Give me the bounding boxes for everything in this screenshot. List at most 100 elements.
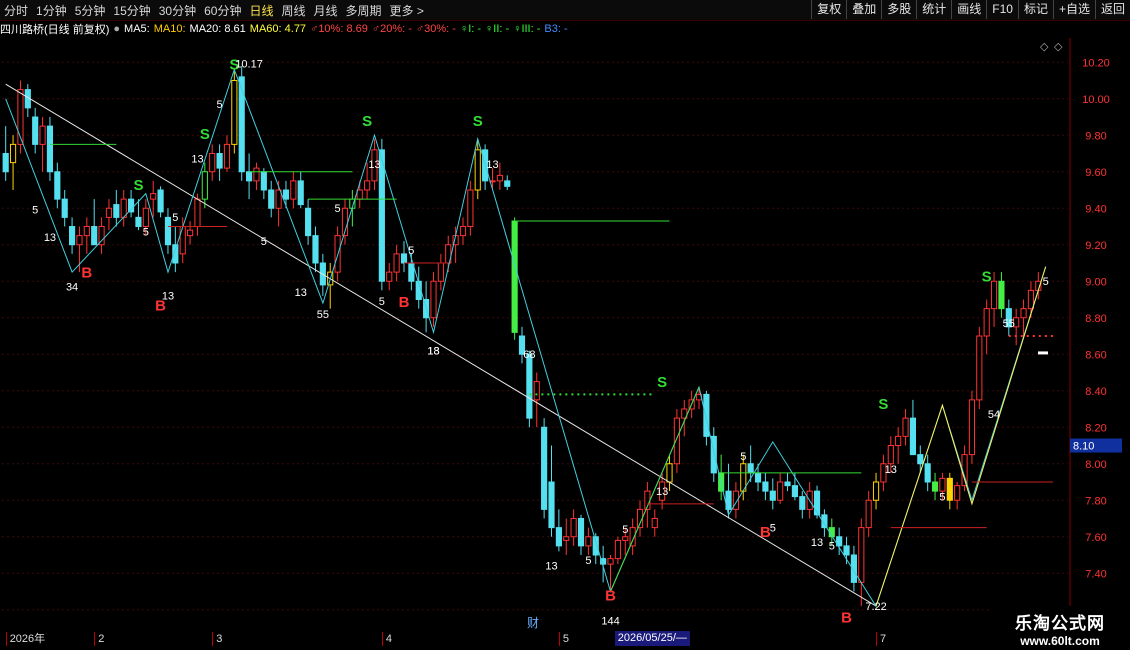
toolbar-button-0[interactable]: 复权 bbox=[811, 0, 846, 19]
candle-body-52[interactable] bbox=[386, 271, 393, 282]
candle-body-26[interactable] bbox=[194, 198, 201, 227]
period-tab-2[interactable]: 5分钟 bbox=[71, 2, 110, 19]
toolbar-button-1[interactable]: 叠加 bbox=[846, 0, 881, 19]
candle-body-114[interactable] bbox=[843, 545, 850, 556]
candle-body-74[interactable] bbox=[548, 481, 555, 529]
indicator-menu-icon[interactable]: ● bbox=[113, 23, 120, 35]
candle-body-25[interactable] bbox=[187, 229, 194, 237]
candle-body-91[interactable] bbox=[673, 417, 680, 465]
candle-body-33[interactable] bbox=[246, 171, 253, 182]
candle-body-88[interactable] bbox=[651, 518, 658, 529]
period-tab-9[interactable]: 多周期 bbox=[342, 2, 386, 19]
period-tab-8[interactable]: 月线 bbox=[310, 2, 342, 19]
candle-body-31[interactable] bbox=[231, 80, 238, 145]
candle-body-14[interactable] bbox=[105, 207, 113, 218]
candle-body-41[interactable] bbox=[305, 207, 312, 237]
period-tab-3[interactable]: 15分钟 bbox=[109, 2, 154, 19]
kline-chart[interactable]: 7.207.407.607.808.008.208.408.608.809.00… bbox=[0, 38, 1130, 630]
toolbar-button-3[interactable]: 统计 bbox=[916, 0, 951, 19]
candle-body-10[interactable] bbox=[76, 235, 83, 246]
candle-body-4[interactable] bbox=[32, 116, 39, 145]
candle-body-101[interactable] bbox=[747, 463, 754, 474]
candle-body-123[interactable] bbox=[909, 417, 917, 456]
period-tab-7[interactable]: 周线 bbox=[277, 2, 309, 19]
candle-body-134[interactable] bbox=[990, 280, 998, 310]
candle-body-19[interactable] bbox=[142, 207, 149, 227]
candle-body-82[interactable] bbox=[607, 558, 614, 565]
candle-body-90[interactable] bbox=[666, 463, 673, 483]
candle-body-77[interactable] bbox=[570, 518, 577, 538]
candle-body-49[interactable] bbox=[364, 180, 371, 191]
candle-body-68[interactable] bbox=[504, 180, 511, 187]
candle-body-20[interactable] bbox=[150, 193, 157, 200]
candle-body-59[interactable] bbox=[437, 262, 444, 282]
period-tab-0[interactable]: 分时 bbox=[0, 2, 32, 19]
candle-body-27[interactable] bbox=[201, 171, 208, 200]
stock-title[interactable]: 四川路桥(日线 前复权) bbox=[0, 21, 109, 37]
candle-body-7[interactable] bbox=[54, 171, 61, 200]
candle-body-35[interactable] bbox=[260, 171, 267, 191]
candle-body-18[interactable] bbox=[135, 216, 142, 227]
candle-body-125[interactable] bbox=[924, 463, 931, 483]
toolbar-button-5[interactable]: F10 bbox=[986, 0, 1018, 19]
candle-body-117[interactable] bbox=[865, 499, 872, 529]
toolbar-button-2[interactable]: 多股 bbox=[881, 0, 916, 19]
candle-body-138[interactable] bbox=[1020, 308, 1027, 319]
candle-body-75[interactable] bbox=[555, 527, 562, 547]
diamond-icon[interactable]: ◇ bbox=[1040, 40, 1049, 53]
period-tab-4[interactable]: 30分钟 bbox=[155, 2, 200, 19]
candle-body-11[interactable] bbox=[83, 226, 90, 237]
candle-body-62[interactable] bbox=[459, 226, 467, 237]
candle-body-120[interactable] bbox=[887, 445, 894, 465]
candle-body-69[interactable] bbox=[511, 220, 518, 333]
candle-body-135[interactable] bbox=[998, 280, 1005, 310]
candle-body-37[interactable] bbox=[275, 189, 282, 209]
candle-body-38[interactable] bbox=[282, 189, 290, 200]
toolbar-button-7[interactable]: +自选 bbox=[1052, 0, 1095, 19]
candle-body-108[interactable] bbox=[799, 496, 806, 510]
candle-body-64[interactable] bbox=[474, 149, 481, 191]
period-tab-5[interactable]: 60分钟 bbox=[200, 2, 245, 19]
candle-body-54[interactable] bbox=[400, 253, 408, 264]
candle-body-28[interactable] bbox=[209, 153, 216, 173]
candle-body-132[interactable] bbox=[976, 335, 983, 401]
candle-body-103[interactable] bbox=[762, 481, 769, 492]
candle-body-34[interactable] bbox=[253, 167, 260, 182]
candle-body-124[interactable] bbox=[917, 454, 924, 465]
candle-body-116[interactable] bbox=[858, 527, 865, 583]
candle-body-36[interactable] bbox=[268, 189, 275, 209]
candle-body-0[interactable] bbox=[2, 153, 9, 173]
candle-body-67[interactable] bbox=[496, 174, 503, 182]
candle-body-15[interactable] bbox=[113, 204, 120, 218]
candle-body-32[interactable] bbox=[238, 76, 245, 173]
candle-body-84[interactable] bbox=[622, 536, 629, 541]
candle-body-83[interactable] bbox=[614, 539, 621, 560]
candle-body-58[interactable] bbox=[430, 280, 437, 319]
candle-body-110[interactable] bbox=[813, 490, 821, 516]
candle-body-42[interactable] bbox=[312, 235, 319, 264]
candle-body-102[interactable] bbox=[754, 472, 762, 483]
candle-body-122[interactable] bbox=[902, 417, 909, 437]
candle-body-79[interactable] bbox=[585, 536, 592, 547]
financial-marker[interactable]: 财 bbox=[527, 614, 539, 631]
candle-body-1[interactable] bbox=[9, 143, 17, 164]
period-tab-1[interactable]: 1分钟 bbox=[32, 2, 71, 19]
candle-body-78[interactable] bbox=[577, 518, 585, 547]
period-tab-6[interactable]: 日线 bbox=[245, 2, 277, 19]
candle-body-71[interactable] bbox=[526, 353, 533, 419]
candle-body-128[interactable] bbox=[946, 477, 953, 501]
candle-body-127[interactable] bbox=[939, 477, 946, 492]
candle-body-72[interactable] bbox=[533, 381, 540, 401]
candle-body-73[interactable] bbox=[541, 426, 548, 510]
candle-body-12[interactable] bbox=[91, 226, 98, 246]
candle-body-131[interactable] bbox=[968, 399, 976, 456]
candle-body-39[interactable] bbox=[290, 180, 297, 200]
candle-body-40[interactable] bbox=[297, 180, 304, 206]
candle-body-95[interactable] bbox=[703, 393, 710, 437]
candle-body-5[interactable] bbox=[39, 125, 46, 145]
candle-body-139[interactable] bbox=[1027, 289, 1035, 310]
candle-body-106[interactable] bbox=[784, 481, 791, 487]
candle-body-107[interactable] bbox=[791, 485, 798, 498]
candle-body-8[interactable] bbox=[61, 198, 68, 218]
period-tab-10[interactable]: 更多 > bbox=[386, 2, 428, 19]
